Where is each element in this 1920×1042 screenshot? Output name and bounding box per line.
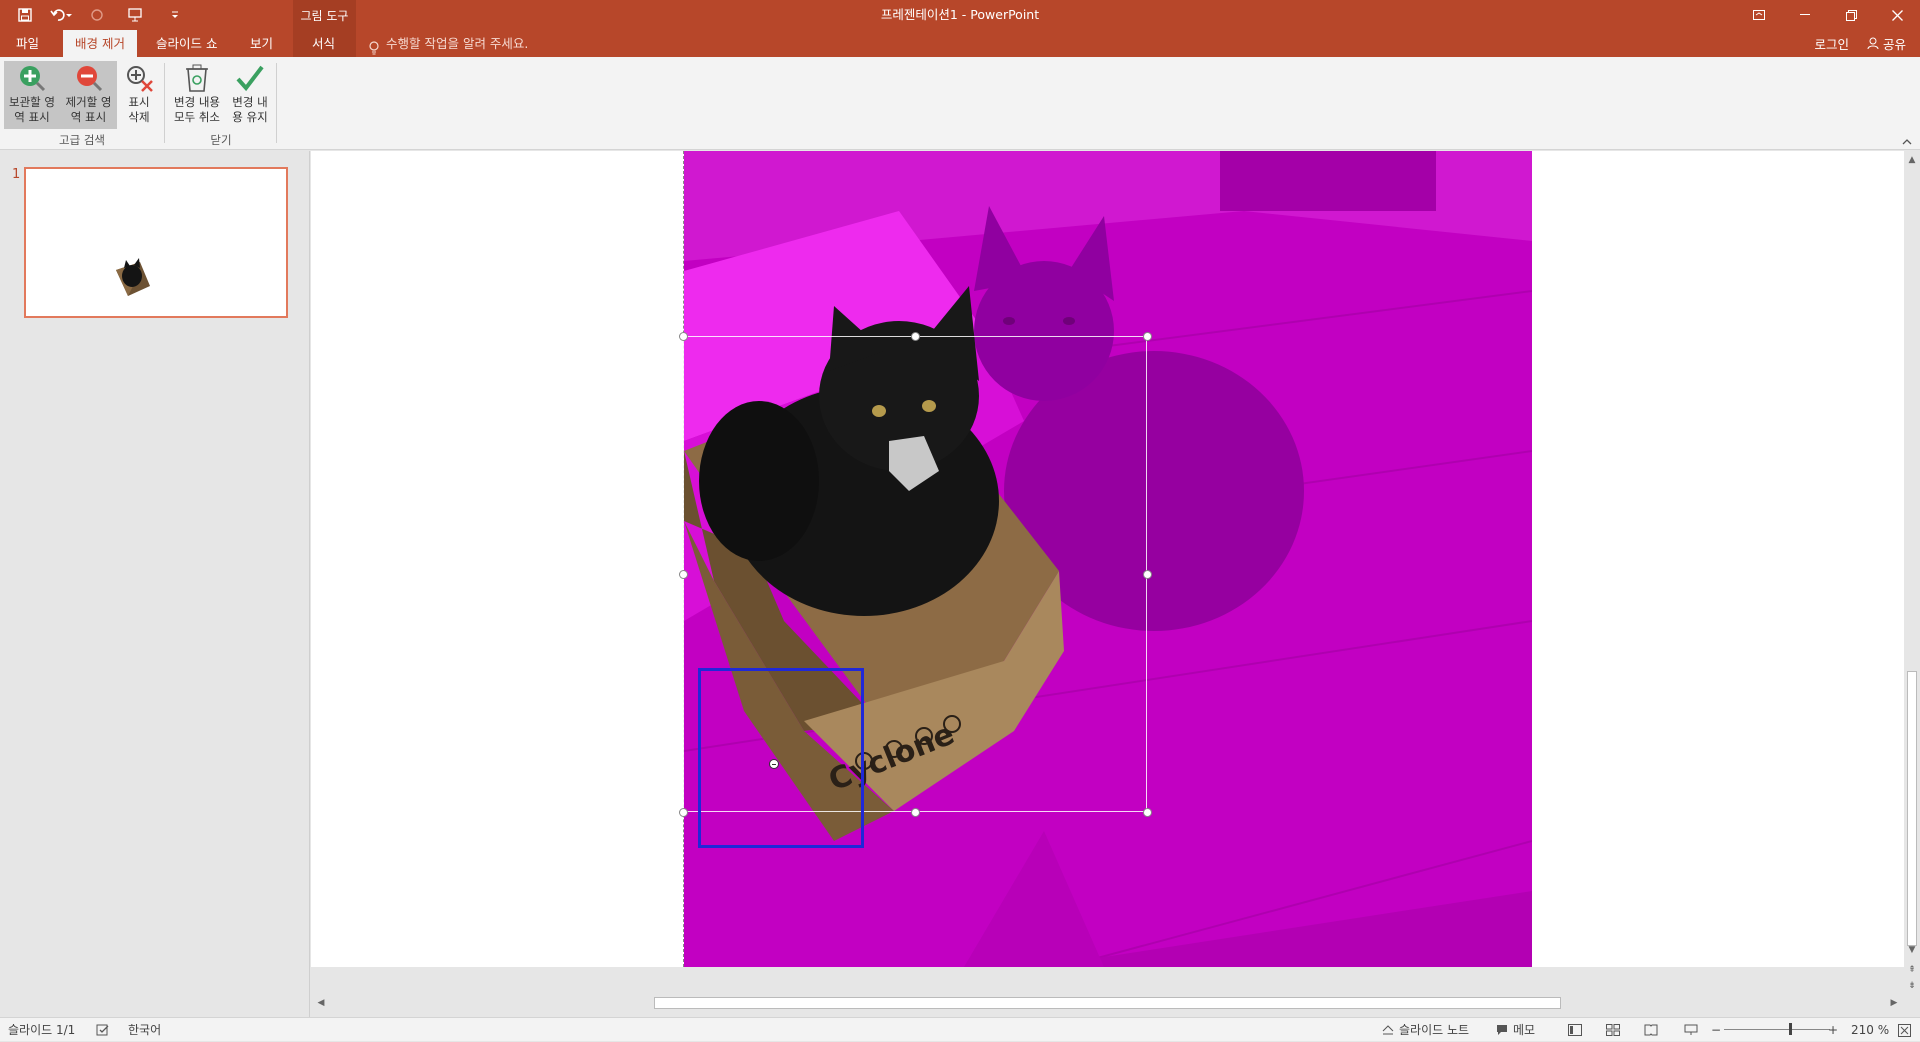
tab-format[interactable]: 서식 (300, 30, 347, 57)
scroll-up-icon[interactable]: ▲ (1904, 153, 1920, 167)
group-separator (276, 63, 277, 143)
thumbnail-cat-picture (116, 258, 150, 296)
resize-handle-top[interactable] (911, 332, 920, 341)
removal-mark-box[interactable] (698, 668, 864, 848)
keep-changes-check-icon (233, 61, 267, 95)
tab-slide-show[interactable]: 슬라이드 쇼 (144, 30, 229, 57)
redo-icon[interactable] (82, 2, 112, 28)
resize-handle-left[interactable] (679, 570, 688, 579)
slide-canvas[interactable]: Cyclone (311, 151, 1904, 967)
zoom-in-icon[interactable]: + (1828, 1018, 1838, 1042)
ribbon-tabs: 파일 배경 제거 슬라이드 쇼 보기 서식 수행할 작업을 알려 주세요. 로그… (0, 30, 1920, 57)
delete-mark-button[interactable]: 표시 삭제 (119, 61, 159, 129)
save-icon[interactable] (10, 2, 40, 28)
status-bar: 슬라이드 1/1 한국어 슬라이드 노트 메모 − + 210 % (0, 1017, 1920, 1041)
delete-mark-label: 표시 삭제 (128, 95, 150, 124)
notes-icon (1382, 1025, 1394, 1035)
undo-icon[interactable] (44, 2, 78, 28)
vertical-scroll-thumb[interactable] (1907, 671, 1917, 946)
slide-editor: Cyclone (311, 151, 1904, 997)
ribbon-panel: 보관할 영 역 표시 제거할 영 역 표시 표시 삭제 고급 검색 변경 내용 … (0, 57, 1920, 150)
comments-button[interactable]: 메모 (1496, 1018, 1535, 1042)
quick-access-toolbar (10, 0, 190, 30)
resize-handle-top-right[interactable] (1143, 332, 1152, 341)
resize-handle-right[interactable] (1143, 570, 1152, 579)
scroll-right-icon[interactable]: ▶ (1886, 996, 1902, 1010)
discard-all-changes-button[interactable]: 변경 내용 모두 취소 (168, 61, 226, 129)
resize-handle-top-left[interactable] (679, 332, 688, 341)
mark-keep-label: 보관할 영 역 표시 (9, 95, 55, 124)
resize-handle-bottom-left[interactable] (679, 808, 688, 817)
mark-areas-to-keep-button[interactable]: 보관할 영 역 표시 (4, 61, 60, 129)
resize-handle-bottom-right[interactable] (1143, 808, 1152, 817)
slide-number: 1 (12, 167, 21, 182)
vertical-scrollbar[interactable]: ▲ ▼ ⇞ ⇟ (1904, 151, 1920, 997)
customize-qat-icon[interactable] (160, 2, 190, 28)
resize-handle-bottom[interactable] (911, 808, 920, 817)
title-bar: 그림 도구 프레젠테이션1 - PowerPoint (0, 0, 1920, 30)
discard-changes-icon (180, 61, 214, 95)
plus-circle-pencil-icon (15, 61, 49, 95)
login-link[interactable]: 로그인 (1814, 34, 1849, 53)
tab-file[interactable]: 파일 (4, 30, 51, 57)
comment-icon (1497, 1025, 1507, 1035)
zoom-level[interactable]: 210 % (1851, 1018, 1889, 1042)
slide-show-icon[interactable] (1684, 1018, 1698, 1042)
previous-slide-icon[interactable]: ⇞ (1904, 963, 1920, 977)
zoom-slider-thumb[interactable] (1789, 1023, 1792, 1035)
restore-icon[interactable] (1828, 0, 1874, 30)
share-button[interactable]: 공유 (1867, 34, 1906, 53)
tab-background-removal[interactable]: 배경 제거 (63, 30, 137, 57)
slide-sorter-icon[interactable] (1606, 1018, 1620, 1042)
fit-to-window-icon[interactable] (1898, 1018, 1911, 1042)
ribbon-display-options-icon[interactable] (1736, 0, 1782, 30)
horizontal-scroll-thumb[interactable] (654, 997, 1561, 1009)
zoom-out-icon[interactable]: − (1711, 1018, 1721, 1042)
share-label: 공유 (1882, 37, 1906, 52)
delete-mark-icon (122, 61, 156, 95)
window-controls (1736, 0, 1920, 30)
mark-remove-label: 제거할 영 역 표시 (65, 95, 112, 124)
tell-me-box[interactable]: 수행할 작업을 알려 주세요. (368, 30, 528, 57)
person-icon (1867, 37, 1879, 50)
notes-label: 슬라이드 노트 (1399, 1023, 1470, 1037)
lightbulb-icon (368, 37, 380, 54)
notes-button[interactable]: 슬라이드 노트 (1382, 1018, 1469, 1042)
keep-changes-label: 변경 내 용 유지 (232, 95, 268, 124)
collapse-ribbon-icon[interactable] (1902, 135, 1912, 148)
remove-mark-icon[interactable] (769, 759, 779, 769)
scroll-down-icon[interactable]: ▼ (1904, 943, 1920, 957)
tab-view[interactable]: 보기 (238, 30, 285, 57)
minimize-icon[interactable] (1782, 0, 1828, 30)
horizontal-scrollbar[interactable]: ◀ ▶ (311, 995, 1904, 1011)
group-separator (164, 63, 165, 143)
present-from-start-icon[interactable] (116, 2, 156, 28)
slides-pane: 1 (0, 151, 310, 1017)
scroll-left-icon[interactable]: ◀ (313, 996, 329, 1010)
document-title: 프레젠테이션1 - PowerPoint (880, 7, 1040, 22)
next-slide-icon[interactable]: ⇟ (1904, 979, 1920, 993)
reading-view-icon[interactable] (1644, 1018, 1658, 1042)
keep-changes-button[interactable]: 변경 내 용 유지 (226, 61, 274, 129)
picture-tools-header: 그림 도구 (293, 0, 356, 30)
slide-thumbnail[interactable] (24, 167, 288, 318)
close-icon[interactable] (1874, 0, 1920, 30)
comments-label: 메모 (1513, 1023, 1536, 1037)
group-label-advanced: 고급 검색 (59, 133, 105, 147)
minus-circle-pencil-icon (72, 61, 106, 95)
discard-all-label: 변경 내용 모두 취소 (174, 95, 220, 124)
tell-me-text: 수행할 작업을 알려 주세요. (386, 36, 529, 51)
slide-indicator: 슬라이드 1/1 (8, 1023, 76, 1037)
group-label-close: 닫기 (210, 133, 232, 147)
account-area: 로그인 공유 (1814, 30, 1906, 57)
mark-areas-to-remove-button[interactable]: 제거할 영 역 표시 (60, 61, 117, 129)
normal-view-icon[interactable] (1568, 1018, 1582, 1042)
zoom-slider[interactable] (1724, 1029, 1830, 1030)
spelling-check-icon[interactable] (96, 1018, 110, 1042)
language-indicator[interactable]: 한국어 (128, 1018, 161, 1042)
